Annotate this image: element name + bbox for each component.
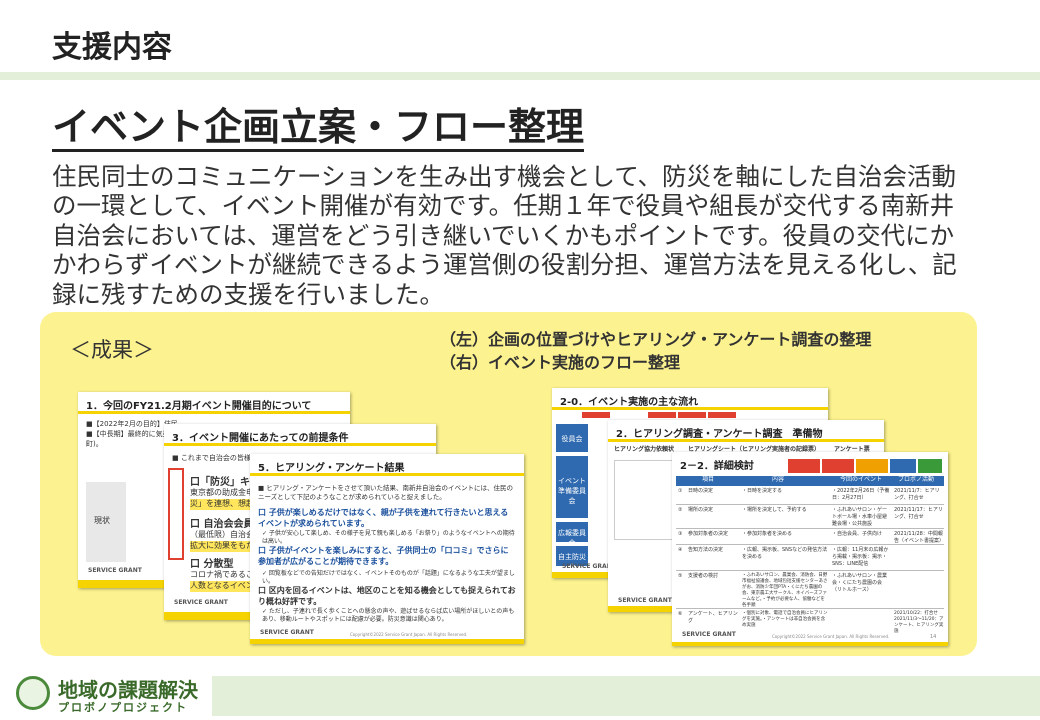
table-row-1-no: ① [678,488,683,494]
table-divider [676,570,944,571]
footer-logo-subtext: プロボノプロジェクト [58,701,188,714]
left-slide-1-label-now: 現状 [94,516,110,525]
table-row-6-content: ・個別に対象、電話で自治会員にヒアリングを実施。・アンケートは非自治会員を含め実… [742,611,828,629]
left-slide-3-b1a: ✓ 子供が安心して楽しめ、その様子を見て親も楽しめる「お祭り」のようなイベントへ… [262,530,515,546]
body-paragraph: 住民同士のコミュニケーションを生み出す機会として、防災を軸にした自治会活動の一環… [52,162,957,309]
right-slide-3-step-5 [918,459,942,473]
left-slide-3-logo: SERVICE GRANT [260,629,314,636]
right-slide-2-logo: SERVICE GRANT [618,597,672,604]
left-slide-3-intro: ■ ヒアリング・アンケートをさせて頂いた結果、南新井自治会のイベントには、住民の… [258,484,513,502]
table-divider [676,608,944,609]
table-row-1-item: 日時の決定 [688,488,714,494]
right-slide-3-copyright: Copyright©2022 Service Grant Japan. All … [772,634,890,639]
page-header: 支援内容 [0,0,1040,72]
right-slide-1-tag-4 [708,412,736,418]
table-row-2-no: ② [678,507,683,513]
right-slide-3-col-2: 内容 [772,476,785,483]
table-row-4-no: ④ [678,547,683,553]
left-slide-1-title: 1．今回のFY21.2月期イベント開催目的について [78,392,350,414]
footer-band [212,676,1040,716]
caption-right: （右）イベント実施のフロー整理 [440,353,681,373]
right-slide-1-tag-3 [678,412,706,418]
left-slide-2-p2a: （最低限）自治会 [190,530,254,539]
table-row-2-content: ・場所を決定して、予約する [742,507,807,513]
left-slide-3-b3a: ✓ ただし、子連れで長く歩くことへの懸念の声や、遊ばせるならば広い場所がほしいと… [262,608,515,624]
right-slide-1-tag-2 [648,412,676,418]
table-row-6-no: ⑥ [678,611,683,617]
section-title: イベント企画立案・フロー整理 [52,107,585,152]
header-divider [0,72,1040,80]
right-slide-1-side-1: 役員会 [556,424,588,452]
right-slide-3-col-4: プロボノ活動 [898,476,935,483]
right-slide-3-step-4 [890,459,916,473]
left-slide-3-b2: 口 子供がイベントを楽しみにすると、子供同士の「口コミ」でさらに参加者が広がるこ… [258,546,509,566]
table-row-3-event: ・自治会員、子供向け [832,531,883,537]
table-row-2-pro: 2021/11/17：ヒアリング、打合せ [894,507,943,520]
table-row-5-item: 支援者の検討 [688,573,719,579]
left-slide-2-logo: SERVICE GRANT [174,599,228,606]
table-divider [676,544,944,545]
right-slide-3-footer-bar [672,642,948,646]
right-slide-1-title: 2-0．イベント実施の主な流れ [552,388,828,410]
left-slide-3-b1: 口 子供が楽しめるだけではなく、親が子供を連れて行きたいと思えるイベントが求めら… [258,508,509,528]
table-row-3-content: ・参加対象者を決める [742,531,793,537]
right-slide-3: 2－2．詳細検討 項目 内容 今回のイベント プロボノ活動 ① 日時の決定 ・日… [672,452,948,646]
right-slide-2-doc-1 [614,460,674,540]
table-row-4-content: ・広報、掲示板、SNSなどの発信方法を決める [742,547,828,560]
right-slide-3-step-2 [822,459,854,473]
table-row-6-item: アンケート、ヒアリング [688,611,738,624]
table-row-1-event: ・2022年2月26日（予備日：2月27日） [832,488,890,501]
left-slide-3-copyright: Copyright©2022 Service Grant Japan. All … [350,632,468,637]
right-slide-1-tag-1 [582,412,610,418]
table-row-1-pro: 2021/11/7：ヒアリング、打合せ [894,488,940,501]
right-slide-3-col-1: 項目 [702,476,715,483]
results-captions: （左）企画の位置づけやヒアリング・アンケート調査の整理 （右）イベント実施のフロ… [440,328,871,374]
left-slide-3-b2a: ✓ 回覧板などでの告知だけではなく、イベントそのものが「話題」になるような工夫が… [262,570,515,586]
table-row-4-item: 告知方法の決定 [688,547,724,553]
right-slide-2-sub-1: ヒアリング協力依頼状 [614,446,675,453]
left-slide-3-b3: 口 区内を回るイベントは、地区のことを知る機会としても捉えられており概ね好評です… [258,586,516,606]
left-slide-3: 5．ヒアリング・アンケート結果 ■ ヒアリング・アンケートをさせて頂いた結果、南… [250,454,524,644]
right-slide-1-side-3: 広報委員会 [556,522,588,547]
table-row-5-event: ・ふれあいサロン・農業会・くにたち農園の会（リトルホース） [832,573,888,593]
table-row-3-no: ③ [678,531,683,537]
right-slide-3-step-1 [788,459,820,473]
table-divider [676,528,944,529]
right-slide-3-step-3 [856,459,888,473]
table-row-5-no: ⑤ [678,573,683,579]
table-row-2-item: 場所の決定 [688,507,714,513]
right-slide-2-title: 2．ヒアリング調査・アンケート調査 準備物 [608,420,884,442]
table-row-4-event: ・広報：11月末の広報から掲載・掲示板：掲示・SNS：LINE配信 [832,547,889,567]
right-slide-1-side-2: イベント準備委員会 [556,456,588,518]
table-row-5-content: ・ふれあいサロン、農業会、消防会、日野市福祉協議会、地域包括支援センターあさがお… [742,573,828,609]
table-row-2-event: ・ふれあいサロン・ゲートボール場・水車小屋避難会場・公共施設 [832,507,888,527]
left-slide-1-line-3: 町)。 [86,440,103,448]
table-row-1-content: ・日時を決定する [742,488,783,494]
table-divider [676,504,944,505]
left-slide-2-p1a: 東京都の助成金申 [190,488,254,497]
results-label: ＜成果＞ [70,338,154,362]
table-row-3-item: 参加対象者の決定 [688,531,729,537]
right-slide-3-col-3: 今回のイベント [840,476,883,483]
right-slide-3-logo: SERVICE GRANT [682,631,736,638]
project-logo-icon [16,676,50,710]
page-title: 支援内容 [52,30,172,65]
left-slide-3-footer-bar [250,639,524,644]
caption-left: （左）企画の位置づけやヒアリング・アンケート調査の整理 [440,330,872,349]
left-slide-1-logo: SERVICE GRANT [88,567,142,574]
left-slide-3-title: 5．ヒアリング・アンケート結果 [250,454,524,476]
table-row-6-pro: 2021/10/22：打合せ 2021/11/3～11/20：アンケート、ヒアリ… [894,611,944,635]
table-row-3-pro: 2021/11/28：中間報告（イベント書提案） [894,531,945,544]
left-slide-2-title: 3．イベント開催にあたっての前提条件 [164,424,436,446]
right-slide-3-page: 14 [930,634,937,640]
left-slide-2-callout [168,468,184,560]
